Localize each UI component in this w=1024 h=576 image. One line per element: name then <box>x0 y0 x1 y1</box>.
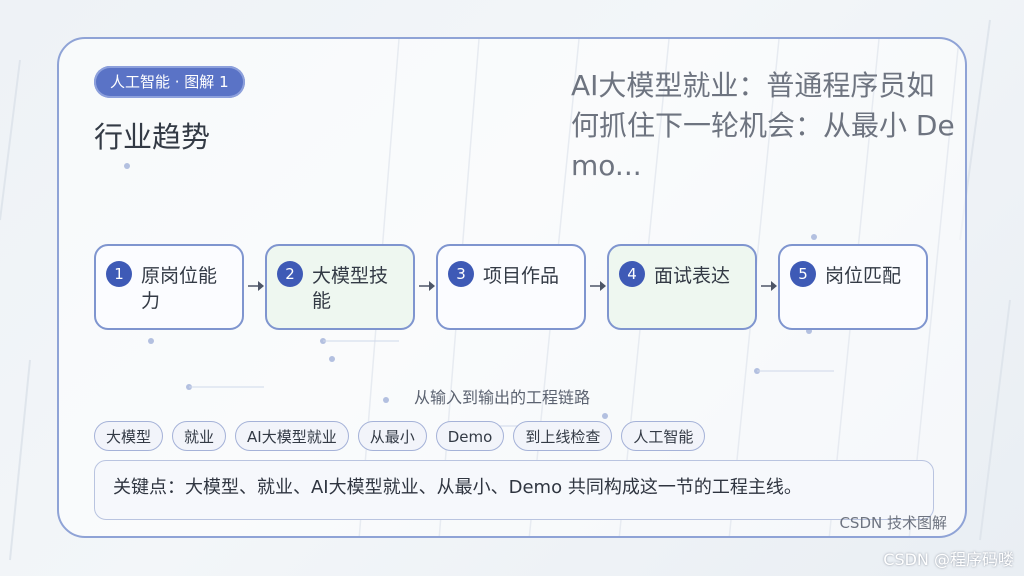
arrow-icon <box>590 281 606 291</box>
diagram-card: 人工智能 · 图解 1 行业趋势 AI大模型就业：普通程序员如何抓住下一轮机会：… <box>57 37 967 538</box>
tag[interactable]: AI大模型就业 <box>235 421 349 451</box>
tag[interactable]: 人工智能 <box>621 421 706 451</box>
step-1-number: 1 <box>106 261 132 287</box>
step-2-label: 大模型技能 <box>312 265 389 312</box>
step-4: 4 面试表达 <box>607 244 757 330</box>
arrow-icon <box>761 281 777 291</box>
key-point-box: 关键点：大模型、就业、AI大模型就业、从最小、Demo 共同构成这一节的工程主线… <box>94 460 934 520</box>
arrow-icon <box>248 281 264 291</box>
step-4-number: 4 <box>619 261 645 287</box>
step-5: 5 岗位匹配 <box>778 244 928 330</box>
tag[interactable]: Demo <box>435 421 505 451</box>
step-1: 1 原岗位能力 <box>94 244 244 330</box>
step-2-number: 2 <box>277 261 303 287</box>
tag[interactable]: 到上线检查 <box>513 421 613 451</box>
footer-note: CSDN 技术图解 <box>839 514 947 532</box>
section-subtitle: 行业趋势 <box>94 120 211 154</box>
tag[interactable]: 从最小 <box>357 421 427 451</box>
step-4-label: 面试表达 <box>654 265 731 287</box>
tag-list: 大模型 就业 AI大模型就业 从最小 Demo 到上线检查 人工智能 <box>94 421 706 451</box>
tag[interactable]: 就业 <box>172 421 227 451</box>
section-badge: 人工智能 · 图解 1 <box>94 66 245 98</box>
step-3-label: 项目作品 <box>483 265 560 287</box>
step-3-number: 3 <box>448 261 474 287</box>
step-2: 2 大模型技能 <box>265 244 415 330</box>
step-1-label: 原岗位能力 <box>141 265 218 312</box>
arrow-icon <box>419 281 435 291</box>
step-5-label: 岗位匹配 <box>825 265 902 287</box>
step-3: 3 项目作品 <box>436 244 586 330</box>
tag[interactable]: 大模型 <box>94 421 164 451</box>
page-title: AI大模型就业：普通程序员如何抓住下一轮机会：从最小 Demo... <box>571 69 955 182</box>
step-5-number: 5 <box>790 261 816 287</box>
chain-caption: 从输入到输出的工程链路 <box>414 388 591 407</box>
watermark: CSDN @程序码喽 <box>883 550 1014 569</box>
